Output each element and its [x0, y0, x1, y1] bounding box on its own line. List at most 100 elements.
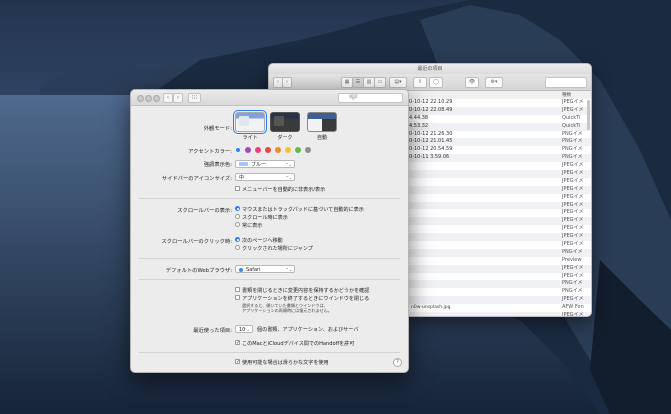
file-kind: JPEGイメ — [562, 241, 584, 248]
theme-dark-thumbnail[interactable] — [270, 112, 300, 132]
file-kind: JPEGイメ — [562, 106, 584, 113]
file-kind: PNGイメ — [562, 138, 583, 145]
recent-items-suffix: 個の書類、アプリケーション、およびサーバ — [257, 327, 359, 333]
close-windows-label: アプリケーションを終了するときにウインドウを閉じる — [242, 296, 370, 302]
scrollbar-when-scrolling-radio[interactable] — [235, 214, 240, 219]
file-kind: QuickTi — [562, 114, 581, 121]
prefs-titlebar: ‹ › ⁝⁝⁝ ⌕ 検索 — [131, 90, 408, 106]
file-kind: PNGイメ — [562, 154, 583, 161]
jump-clicked-spot-label: クリックされた場所にジャンプ — [242, 246, 313, 252]
file-date: 0-10-11 3.59.06 — [409, 154, 450, 161]
sidebar-icon-size-value: 中 — [239, 175, 245, 181]
jump-next-page-label: 次のページへ移動 — [242, 238, 283, 244]
file-kind: Preview — [562, 256, 582, 263]
prefs-search-field[interactable]: ⌕ 検索 — [338, 93, 403, 103]
popup-chevron-icon: ⌃⌄ — [285, 175, 292, 180]
handoff-checkbox[interactable]: ✓ — [235, 340, 240, 346]
menubar-autohide-label: メニューバーを自動的に非表示/表示 — [242, 187, 326, 193]
tag-button[interactable]: ◯ — [429, 77, 443, 88]
finder-search-field[interactable] — [545, 77, 587, 88]
system-preferences-window[interactable]: ‹ › ⁝⁝⁝ ⌕ 検索 外観モード: ライト ダーク 自動 アクセントカラー:… — [130, 89, 409, 373]
sidebar-icon-size-popup[interactable]: 中 ⌃⌄ — [235, 173, 295, 181]
minimize-window-button[interactable] — [145, 95, 152, 102]
zoom-window-button[interactable] — [153, 95, 160, 102]
quicklook-button[interactable]: 👁 — [465, 77, 479, 88]
accent-color-swatch[interactable] — [275, 147, 281, 153]
scrollbar-when-scrolling-label: スクロール時に表示 — [242, 215, 288, 221]
theme-light-label: ライト — [242, 135, 258, 141]
menubar-autohide-checkbox[interactable] — [235, 186, 240, 191]
scrollbar-always-label: 常に表示 — [242, 223, 263, 229]
search-icon: ⌕ — [352, 96, 355, 102]
group-button[interactable]: ▤▾ — [389, 77, 407, 88]
highlight-color-popup[interactable]: ブルー ⌃⌄ — [235, 160, 295, 168]
kind-column-header[interactable]: 種類 — [562, 92, 571, 98]
divider — [139, 258, 400, 259]
scrollbar-auto-radio[interactable] — [235, 206, 240, 211]
handoff-label: このMacとiCloudデバイス間でのHandoffを許可 — [242, 341, 355, 347]
theme-light-thumbnail[interactable] — [233, 110, 267, 134]
file-date: 4.53.32 — [409, 122, 429, 129]
scrollbar-always-radio[interactable] — [235, 222, 240, 227]
file-kind: PNGイメ — [562, 288, 583, 295]
accent-color-swatch[interactable] — [265, 147, 271, 153]
gallery-view-button[interactable]: ▭ — [374, 77, 386, 88]
font-smoothing-checkbox[interactable]: ✓ — [235, 359, 240, 365]
close-window-button[interactable] — [137, 95, 144, 102]
file-kind: JPEGイメ — [562, 201, 584, 208]
theme-auto-thumbnail[interactable] — [307, 112, 337, 132]
accent-color-swatch[interactable] — [245, 147, 251, 153]
file-kind: JPEGイメ — [562, 312, 584, 317]
accent-color-swatch[interactable] — [235, 147, 241, 153]
divider — [139, 198, 400, 199]
forward-button[interactable]: › — [282, 77, 292, 88]
finder-scrollbar[interactable] — [587, 100, 590, 130]
file-kind: AFW Fon — [562, 304, 584, 311]
file-date: 4.44.38 — [409, 114, 429, 121]
jump-clicked-spot-radio[interactable] — [235, 245, 240, 250]
divider — [139, 279, 400, 280]
default-browser-label: デフォルトのWebブラウザ: — [165, 268, 232, 274]
file-kind: PNGイメ — [562, 280, 583, 287]
file-kind: JPEGイメ — [562, 217, 584, 224]
accent-color-swatch[interactable] — [255, 147, 261, 153]
close-windows-checkbox[interactable] — [235, 295, 240, 300]
safari-compass-icon — [239, 267, 243, 272]
click-scrollbar-label: スクロールバーのクリック時: — [161, 239, 232, 245]
file-kind: JPEGイメ — [562, 264, 584, 271]
show-all-grid-button[interactable]: ⁝⁝⁝ — [188, 93, 201, 103]
recent-items-label: 最近使った項目: — [193, 328, 232, 334]
share-button[interactable]: ⇪ — [413, 77, 427, 88]
show-scrollbars-label: スクロールバーの表示: — [177, 208, 232, 214]
action-button[interactable]: ⚙▾ — [485, 77, 503, 88]
file-kind: JPEGイメ — [562, 99, 584, 105]
ask-keep-changes-checkbox[interactable] — [235, 287, 240, 292]
back-nav-button[interactable]: ‹ — [163, 93, 173, 103]
help-button[interactable]: ? — [393, 358, 402, 367]
recent-items-stepper[interactable]: 10 ⌃⌄ — [235, 325, 253, 333]
close-windows-note-line2: アプリケーションの再開時には復元されません。 — [242, 308, 332, 313]
file-kind: JPEGイメ — [562, 296, 584, 303]
accent-color-swatch[interactable] — [285, 147, 291, 153]
file-kind: JPEGイメ — [562, 185, 584, 192]
file-kind: JPEGイメ — [562, 193, 584, 200]
file-kind: QuickTi — [562, 122, 581, 129]
file-kind: JPEGイメ — [562, 233, 584, 240]
file-date: 0-10-12 21.01.45 — [409, 138, 453, 145]
popup-chevron-icon: ⌃⌄ — [243, 327, 250, 332]
popup-chevron-icon: ⌃⌄ — [285, 267, 292, 272]
default-browser-popup[interactable]: Safari ⌃⌄ — [235, 265, 295, 273]
appearance-label: 外観モード: — [203, 126, 232, 132]
finder-titlebar: 最近の項目 — [269, 64, 591, 74]
accent-color-label: アクセントカラー: — [188, 149, 232, 155]
accent-color-swatch[interactable] — [305, 147, 311, 153]
file-kind: JPEGイメ — [562, 272, 584, 279]
file-date: 0-10-12 20.54.59 — [409, 146, 453, 153]
jump-next-page-radio[interactable] — [235, 237, 240, 242]
finder-title: 最近の項目 — [417, 66, 443, 72]
forward-nav-button[interactable]: › — [173, 93, 183, 103]
file-kind: JPEGイメ — [562, 170, 584, 177]
theme-auto-label: 自動 — [316, 135, 327, 141]
file-kind: JPEGイメ — [562, 209, 584, 216]
accent-color-swatch[interactable] — [295, 147, 301, 153]
